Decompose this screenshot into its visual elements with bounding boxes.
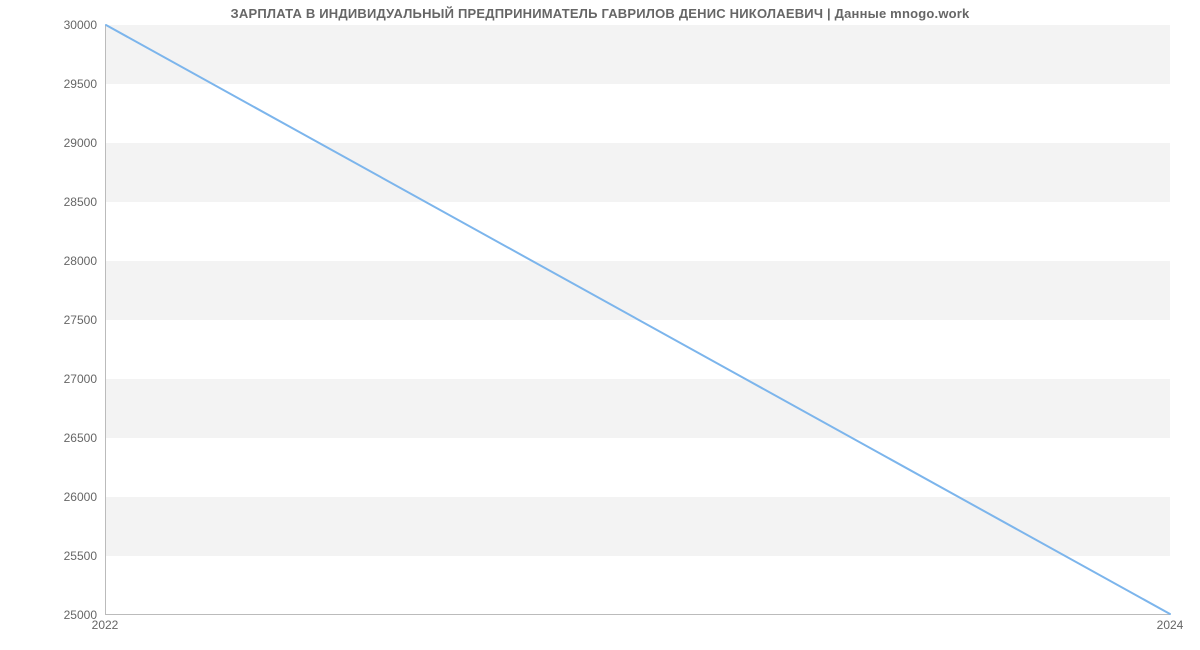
y-axis-label: 28500 — [37, 195, 97, 209]
x-axis-label: 2024 — [1157, 618, 1184, 632]
y-axis-label: 27000 — [37, 372, 97, 386]
chart-title: ЗАРПЛАТА В ИНДИВИДУАЛЬНЫЙ ПРЕДПРИНИМАТЕЛ… — [0, 6, 1200, 21]
plot-area — [105, 25, 1170, 615]
series-line — [106, 25, 1170, 614]
y-axis-label: 25500 — [37, 549, 97, 563]
y-axis-label: 25000 — [37, 608, 97, 622]
y-axis-label: 26500 — [37, 431, 97, 445]
y-axis-label: 29000 — [37, 136, 97, 150]
y-axis-label: 30000 — [37, 18, 97, 32]
y-axis-label: 28000 — [37, 254, 97, 268]
y-axis-label: 27500 — [37, 313, 97, 327]
line-layer — [106, 25, 1170, 614]
x-axis-label: 2022 — [92, 618, 119, 632]
y-axis-label: 29500 — [37, 77, 97, 91]
chart-container: ЗАРПЛАТА В ИНДИВИДУАЛЬНЫЙ ПРЕДПРИНИМАТЕЛ… — [0, 0, 1200, 650]
y-axis-label: 26000 — [37, 490, 97, 504]
